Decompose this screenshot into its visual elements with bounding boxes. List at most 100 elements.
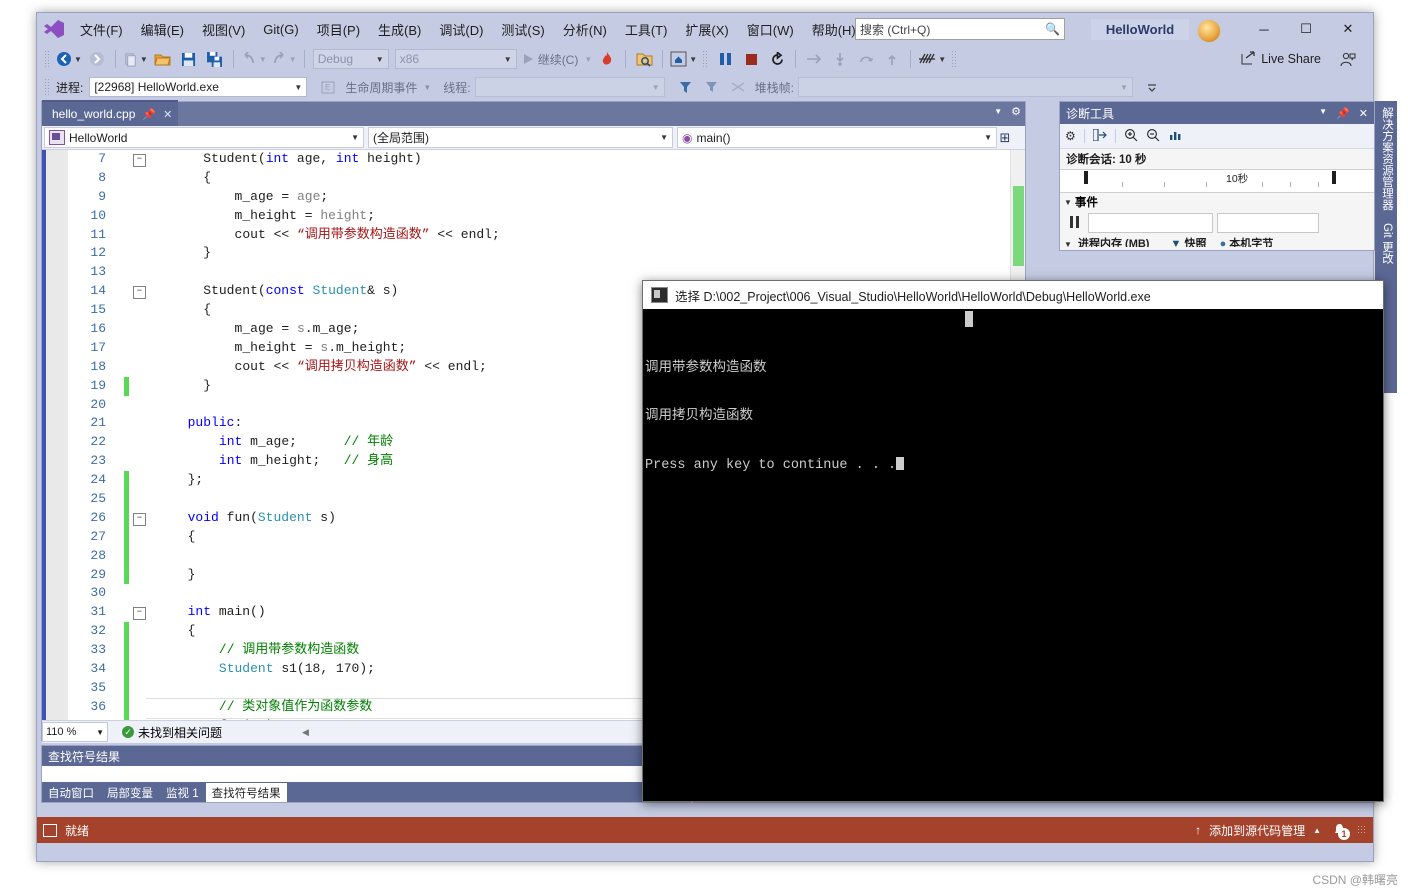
zoom-level-select[interactable]: 110 % ▼ [42,722,108,742]
events-track-left[interactable] [1088,213,1213,233]
code-line[interactable]: 10 m_height = height; [42,207,1025,226]
fold-toggle-icon[interactable]: − [133,607,146,621]
toolbar-grip-2[interactable] [702,50,710,68]
step-into-icon[interactable] [827,48,853,70]
settings-gear-icon[interactable]: ⚙ [1065,129,1076,143]
events-track-right[interactable] [1217,213,1319,233]
navigate-back-icon[interactable]: ▼ [54,48,84,70]
navigation-member-select[interactable]: ◉ main() ▼ [677,127,997,148]
source-control-label[interactable]: 添加到源代码管理 [1209,822,1305,839]
browse-folder-icon[interactable] [631,48,657,70]
chevron-up-icon[interactable]: ▲ [1313,826,1321,835]
show-next-statement-icon[interactable] [801,48,827,70]
configuration-select[interactable]: Debug ▼ [312,49,389,69]
code-line[interactable]: 7 − Student(int age, int height) [42,150,1025,169]
split-view-icon[interactable]: ⊞ [997,130,1013,146]
gear-icon[interactable]: ⚙ [1011,105,1021,118]
maximize-button[interactable]: ☐ [1285,14,1327,44]
threads-icon[interactable]: ▼ [916,48,948,70]
code-line[interactable]: 11 cout << “调用带参数构造函数” << endl; [42,226,1025,245]
pin-icon[interactable]: 📌 [1336,107,1350,120]
send-feedback-icon[interactable] [1335,48,1361,70]
menu-item-window[interactable]: 窗口(W) [738,16,803,43]
continue-button[interactable]: 继续(C) ▼ [520,48,595,70]
hot-reload-icon[interactable] [594,48,620,70]
menu-item-project[interactable]: 项目(P) [308,16,369,43]
tab-find-symbol-results[interactable]: 查找符号结果 [205,783,287,802]
chart-icon[interactable] [1168,128,1182,144]
issues-prev-icon[interactable]: ◀ [302,727,309,738]
menu-item-extensions[interactable]: 扩展(X) [676,16,737,43]
live-share-button[interactable]: Live Share [1239,48,1323,70]
toolbar-grip[interactable] [44,50,51,68]
document-tab-hello-world-cpp[interactable]: hello_world.cpp 📌 ✕ [42,100,179,126]
open-folder-icon[interactable] [150,48,176,70]
code-line[interactable]: 12} [42,244,1025,263]
code-line[interactable]: 8{ [42,169,1025,188]
process-select[interactable]: [22968] HelloWorld.exe ▼ [89,77,308,97]
tab-locals[interactable]: 局部变量 [101,783,159,802]
step-over-icon[interactable] [853,48,879,70]
menu-item-tools[interactable]: 工具(T) [616,16,677,43]
filter-icon[interactable] [673,76,699,98]
sidebar-item-solution-explorer[interactable]: 解决方案资源管理器 [1375,101,1399,217]
navigation-scope-select[interactable]: (全局范围) ▼ [368,127,673,148]
pin-icon[interactable]: 📌 [142,108,156,121]
find-symbol-results-body[interactable] [42,766,690,782]
pause-icon[interactable] [1064,215,1084,231]
filter-clear-icon[interactable] [699,76,725,98]
chevron-down-icon[interactable]: ▼ [994,107,1002,116]
stackframe-select[interactable]: ▼ [797,77,1133,97]
restart-icon[interactable] [764,48,790,70]
console-output[interactable]: 调用带参数构造函数 调用拷贝构造函数 Press any key to cont… [643,309,1383,506]
scrollbar-thumb[interactable] [1013,186,1024,266]
toolbar-grip-3[interactable] [951,50,959,68]
tab-watch-1[interactable]: 监视 1 [160,783,205,802]
platform-select[interactable]: x86 ▼ [394,49,517,69]
flag-toggle-icon[interactable] [725,76,751,98]
thread-select[interactable]: ▼ [474,77,665,97]
sidebar-item-git-changes[interactable]: Git 更改 [1375,217,1399,270]
console-window[interactable]: 选择 D:\002_Project\006_Visual_Studio\Hell… [642,280,1384,802]
overflow-chevron-icon[interactable] [1139,76,1165,98]
pause-icon[interactable] [712,48,738,70]
avatar[interactable] [1197,19,1221,43]
menu-item-file[interactable]: 文件(F) [71,16,132,43]
menu-item-edit[interactable]: 编辑(E) [132,16,193,43]
menu-item-debug[interactable]: 调试(D) [430,16,492,43]
menu-item-build[interactable]: 生成(B) [369,16,430,43]
redo-icon[interactable]: ▼ [269,48,299,70]
fold-toggle-icon[interactable]: − [133,286,146,300]
close-icon[interactable]: ✕ [1359,107,1368,120]
save-icon[interactable] [176,48,202,70]
minimize-button[interactable]: ─ [1243,14,1285,44]
resize-grip-icon[interactable] [1357,825,1367,835]
chevron-down-icon[interactable]: ▼ [1319,107,1327,120]
search-input[interactable]: 搜索 (Ctrl+Q) 🔍 [855,18,1065,40]
menu-item-analyze[interactable]: 分析(N) [554,16,616,43]
menu-item-view[interactable]: 视图(V) [193,16,254,43]
fold-toggle-icon[interactable]: − [133,512,146,526]
new-file-icon[interactable]: ▼ [121,48,150,70]
procbar-grip[interactable] [44,78,51,96]
export-icon[interactable] [1092,127,1107,144]
tab-autos[interactable]: 自动窗口 [42,783,100,802]
fold-toggle-icon[interactable]: − [133,154,146,167]
close-icon[interactable]: ✕ [163,108,172,121]
stop-icon[interactable] [738,48,764,70]
diagnostic-events-header[interactable]: ▼ 事件 [1060,193,1374,211]
menu-item-test[interactable]: 测试(S) [492,16,553,43]
bell-icon[interactable]: 1 [1329,821,1350,840]
save-all-icon[interactable] [202,48,228,70]
close-button[interactable]: ✕ [1327,14,1369,44]
diagnostic-timeline-ruler[interactable]: 10秒 [1060,169,1374,193]
code-line[interactable]: 9 m_age = age; [42,188,1025,207]
lifecycle-events-icon[interactable]: E [315,76,341,98]
zoom-in-icon[interactable] [1124,128,1138,145]
home-window-icon[interactable]: ▼ [668,48,699,70]
navigation-project-select[interactable]: HelloWorld ▼ [44,127,364,148]
menu-item-git[interactable]: Git(G) [254,18,307,41]
zoom-out-icon[interactable] [1146,128,1160,145]
undo-icon[interactable]: ▼ [239,48,269,70]
step-out-icon[interactable] [879,48,905,70]
